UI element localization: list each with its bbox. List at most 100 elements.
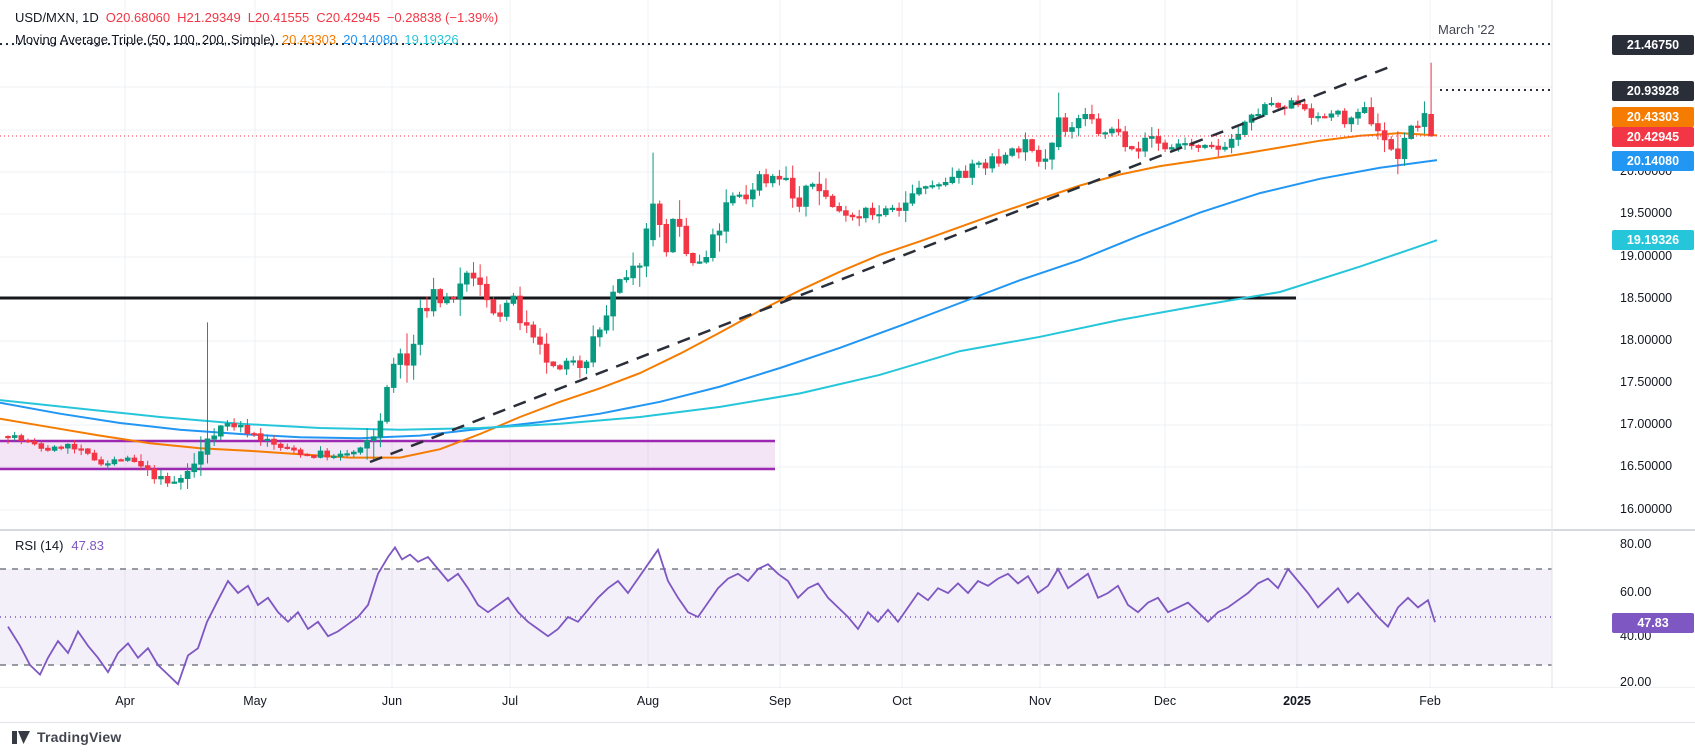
tradingview-logo-text: TradingView bbox=[37, 729, 121, 745]
candle-body bbox=[39, 444, 44, 449]
symbol-legend-row: USD/MXN, 1D O20.68060 H21.29349 L20.4155… bbox=[15, 6, 498, 28]
symbol-title[interactable]: USD/MXN, 1D bbox=[15, 9, 99, 26]
dashed-trendline[interactable] bbox=[370, 66, 1392, 462]
rsi-legend: RSI (14) 47.83 bbox=[15, 538, 104, 553]
candle-body bbox=[1003, 155, 1008, 163]
candle-body bbox=[72, 444, 77, 449]
support-zone[interactable] bbox=[0, 441, 775, 469]
indicator-legend-row: Moving Average Triple (50, 100, 200, Sim… bbox=[15, 28, 498, 50]
candle-body bbox=[704, 258, 709, 263]
candle-body bbox=[1130, 147, 1135, 149]
candle-body bbox=[305, 454, 310, 455]
candle-body bbox=[824, 191, 829, 197]
price-badge: 20.42945 bbox=[1612, 127, 1694, 147]
candle-body bbox=[425, 308, 430, 310]
march22-annotation: March '22 bbox=[1438, 22, 1495, 37]
candle-body bbox=[66, 444, 71, 448]
candle-body bbox=[1316, 117, 1321, 118]
candle-body bbox=[1396, 149, 1401, 159]
bottom-bar bbox=[0, 722, 1695, 752]
sma100-value: 20.14080 bbox=[343, 31, 397, 48]
candle-body bbox=[910, 194, 915, 203]
tradingview-chart: USD/MXN, 1D O20.68060 H21.29349 L20.4155… bbox=[0, 0, 1695, 752]
candle-body bbox=[458, 284, 463, 299]
candle-body bbox=[365, 441, 370, 448]
candle-body bbox=[438, 290, 443, 303]
ohlc-high: H21.29349 bbox=[177, 9, 241, 26]
candle-body bbox=[332, 456, 337, 457]
candle-body bbox=[884, 209, 889, 215]
candle-body bbox=[777, 176, 782, 179]
candle-body bbox=[1216, 146, 1221, 149]
candle-body bbox=[1083, 115, 1088, 119]
candle-body bbox=[1103, 133, 1108, 134]
candle-body bbox=[1369, 108, 1374, 124]
candle-body bbox=[312, 456, 317, 458]
candle-body bbox=[511, 296, 516, 303]
candle-body bbox=[292, 448, 297, 450]
candlestick-chart-canvas[interactable] bbox=[0, 0, 1695, 752]
ma-line-200[interactable] bbox=[0, 240, 1437, 430]
tradingview-logo[interactable]: TradingView bbox=[12, 729, 121, 745]
price-tick-label: 17.50000 bbox=[1620, 374, 1672, 390]
candle-body bbox=[1169, 148, 1174, 149]
time-tick-label: Jun bbox=[382, 693, 402, 709]
candle-body bbox=[837, 207, 842, 211]
candle-body bbox=[1136, 149, 1141, 151]
price-badge: 19.19326 bbox=[1612, 230, 1694, 250]
candle-body bbox=[1303, 105, 1308, 109]
candle-body bbox=[764, 175, 769, 183]
candle-body bbox=[1416, 126, 1421, 127]
candle-body bbox=[903, 203, 908, 210]
candle-body bbox=[205, 439, 210, 454]
candle-body bbox=[950, 177, 955, 182]
candle-body bbox=[471, 273, 476, 278]
candle-body bbox=[1389, 140, 1394, 149]
candle-body bbox=[584, 362, 589, 368]
candle-body bbox=[99, 460, 104, 464]
candle-body bbox=[677, 219, 682, 226]
candle-body bbox=[298, 450, 303, 455]
candle-body bbox=[145, 466, 150, 469]
candle-body bbox=[1223, 147, 1228, 149]
candle-body bbox=[478, 278, 483, 284]
candle-body bbox=[32, 442, 37, 444]
candle-body bbox=[877, 215, 882, 216]
candle-body bbox=[604, 316, 609, 330]
candle-body bbox=[278, 444, 283, 447]
candle-body bbox=[1289, 101, 1294, 108]
candle-body bbox=[6, 437, 11, 438]
candle-body bbox=[112, 460, 117, 464]
candle-body bbox=[890, 208, 895, 209]
candle-body bbox=[578, 361, 583, 368]
candle-body bbox=[86, 449, 91, 453]
candle-body bbox=[391, 364, 396, 387]
candle-body bbox=[1276, 103, 1281, 107]
candle-body bbox=[451, 297, 456, 298]
candle-body bbox=[897, 208, 902, 210]
ma-line-50[interactable] bbox=[0, 133, 1437, 458]
time-tick-label: May bbox=[243, 693, 267, 709]
candle-body bbox=[125, 458, 130, 460]
candle-body bbox=[1402, 138, 1407, 158]
candle-body bbox=[258, 434, 263, 440]
candle-body bbox=[1076, 119, 1081, 128]
indicator-title[interactable]: Moving Average Triple (50, 100, 200, Sim… bbox=[15, 31, 275, 48]
candle-body bbox=[790, 178, 795, 198]
candle-body bbox=[757, 175, 762, 190]
candle-body bbox=[106, 464, 111, 465]
candle-body bbox=[219, 426, 224, 436]
candle-body bbox=[431, 290, 436, 311]
candle-body bbox=[318, 451, 323, 457]
candle-body bbox=[864, 208, 869, 217]
time-tick-label: Aug bbox=[637, 693, 659, 709]
candle-body bbox=[797, 198, 802, 206]
time-tick-label: 2025 bbox=[1283, 693, 1311, 709]
candle-body bbox=[1263, 105, 1268, 115]
candle-body bbox=[970, 164, 975, 177]
candle-body bbox=[1156, 137, 1161, 144]
candle-body bbox=[983, 163, 988, 168]
candle-body bbox=[551, 362, 556, 366]
candle-body bbox=[870, 208, 875, 214]
rsi-title[interactable]: RSI (14) bbox=[15, 538, 63, 553]
